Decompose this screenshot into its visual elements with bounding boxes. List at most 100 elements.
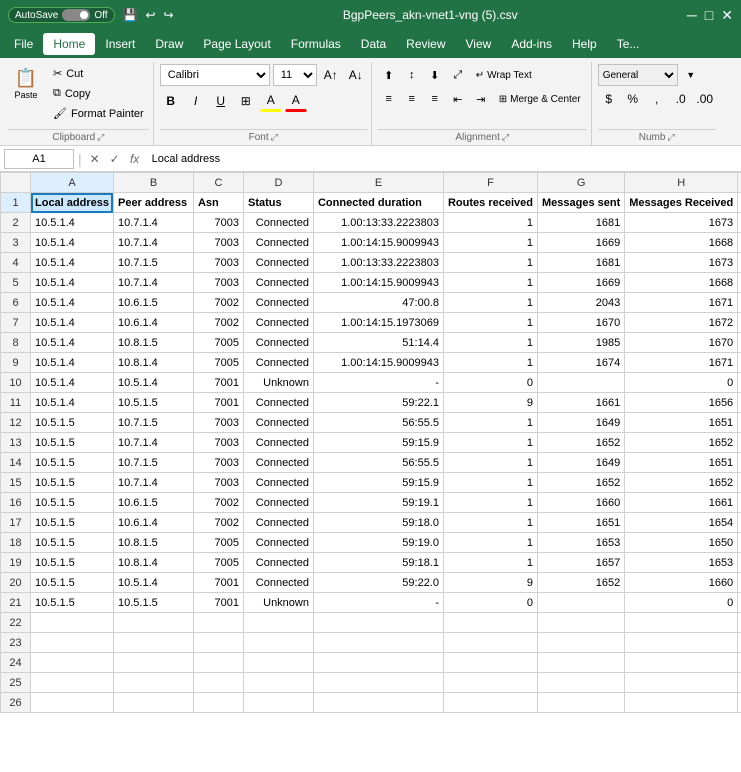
- cell-F20[interactable]: 9: [443, 573, 537, 593]
- cell-F2[interactable]: 1: [443, 213, 537, 233]
- cell-B20[interactable]: 10.5.1.4: [113, 573, 193, 593]
- cell-H9[interactable]: 1671: [625, 353, 738, 373]
- cell-D10[interactable]: Unknown: [243, 373, 313, 393]
- cell-A6[interactable]: 10.5.1.4: [31, 293, 114, 313]
- cell-C7[interactable]: 7002: [193, 313, 243, 333]
- number-expand-icon[interactable]: ⤢: [667, 132, 674, 143]
- cell-G5[interactable]: 1669: [537, 273, 624, 293]
- cell-A2[interactable]: 10.5.1.4: [31, 213, 114, 233]
- cell-A8[interactable]: 10.5.1.4: [31, 333, 114, 353]
- cell-A11[interactable]: 10.5.1.4: [31, 393, 114, 413]
- cell-H2[interactable]: 1673: [625, 213, 738, 233]
- menu-addins[interactable]: Add-ins: [501, 33, 562, 55]
- cell-C20[interactable]: 7001: [193, 573, 243, 593]
- row-header-23[interactable]: 23: [1, 633, 31, 653]
- cell-C1[interactable]: Asn: [193, 193, 243, 213]
- decrease-indent-btn[interactable]: ⇤: [447, 88, 469, 110]
- cell-D17[interactable]: Connected: [243, 513, 313, 533]
- cell-G18[interactable]: 1653: [537, 533, 624, 553]
- cell-G19[interactable]: 1657: [537, 553, 624, 573]
- cell-D22[interactable]: [243, 613, 313, 633]
- number-format-expand[interactable]: ▼: [680, 64, 702, 86]
- cell-H25[interactable]: [625, 673, 738, 693]
- cell-H11[interactable]: 1656: [625, 393, 738, 413]
- cell-C16[interactable]: 7002: [193, 493, 243, 513]
- cell-E22[interactable]: [313, 613, 443, 633]
- cell-C2[interactable]: 7003: [193, 213, 243, 233]
- cell-B14[interactable]: 10.7.1.5: [113, 453, 193, 473]
- row-header-4[interactable]: 4: [1, 253, 31, 273]
- cell-C26[interactable]: [193, 693, 243, 713]
- row-header-18[interactable]: 18: [1, 533, 31, 553]
- italic-button[interactable]: I: [185, 90, 207, 112]
- font-family-select[interactable]: Calibri: [160, 64, 270, 86]
- align-center-btn[interactable]: ≡: [401, 88, 423, 110]
- name-box[interactable]: [4, 149, 74, 169]
- maximize-icon[interactable]: □: [705, 7, 713, 24]
- bold-button[interactable]: B: [160, 90, 182, 112]
- col-header-a[interactable]: A: [31, 173, 114, 193]
- cell-B23[interactable]: [113, 633, 193, 653]
- cell-B1[interactable]: Peer address: [113, 193, 193, 213]
- cell-H19[interactable]: 1653: [625, 553, 738, 573]
- cell-E5[interactable]: 1.00:14:15.9009943: [313, 273, 443, 293]
- cell-F26[interactable]: [443, 693, 537, 713]
- menu-page-layout[interactable]: Page Layout: [193, 33, 280, 55]
- cell-C14[interactable]: 7003: [193, 453, 243, 473]
- cell-G21[interactable]: [537, 593, 624, 613]
- cell-C24[interactable]: [193, 653, 243, 673]
- cell-B9[interactable]: 10.8.1.4: [113, 353, 193, 373]
- cell-A20[interactable]: 10.5.1.5: [31, 573, 114, 593]
- cell-G1[interactable]: Messages sent: [537, 193, 624, 213]
- cell-E18[interactable]: 59:19.0: [313, 533, 443, 553]
- cell-H18[interactable]: 1650: [625, 533, 738, 553]
- menu-help[interactable]: Help: [562, 33, 607, 55]
- cell-E24[interactable]: [313, 653, 443, 673]
- cell-C11[interactable]: 7001: [193, 393, 243, 413]
- menu-file[interactable]: File: [4, 33, 43, 55]
- cell-D20[interactable]: Connected: [243, 573, 313, 593]
- cell-E21[interactable]: -: [313, 593, 443, 613]
- cell-G12[interactable]: 1649: [537, 413, 624, 433]
- cell-G17[interactable]: 1651: [537, 513, 624, 533]
- row-header-5[interactable]: 5: [1, 273, 31, 293]
- cell-A4[interactable]: 10.5.1.4: [31, 253, 114, 273]
- cell-E3[interactable]: 1.00:14:15.9009943: [313, 233, 443, 253]
- close-icon[interactable]: ✕: [721, 7, 733, 24]
- formula-input[interactable]: [148, 149, 737, 169]
- cell-B6[interactable]: 10.6.1.5: [113, 293, 193, 313]
- cell-D21[interactable]: Unknown: [243, 593, 313, 613]
- format-painter-button[interactable]: 🖌 Format Painter: [48, 104, 149, 123]
- function-btn[interactable]: fx: [126, 150, 144, 168]
- cell-B25[interactable]: [113, 673, 193, 693]
- cell-G10[interactable]: [537, 373, 624, 393]
- cell-B11[interactable]: 10.5.1.5: [113, 393, 193, 413]
- cell-E10[interactable]: -: [313, 373, 443, 393]
- cell-H22[interactable]: [625, 613, 738, 633]
- cell-E15[interactable]: 59:15.9: [313, 473, 443, 493]
- cell-A22[interactable]: [31, 613, 114, 633]
- cell-D12[interactable]: Connected: [243, 413, 313, 433]
- cell-G20[interactable]: 1652: [537, 573, 624, 593]
- cell-D7[interactable]: Connected: [243, 313, 313, 333]
- cell-G3[interactable]: 1669: [537, 233, 624, 253]
- cell-G4[interactable]: 1681: [537, 253, 624, 273]
- cell-H13[interactable]: 1652: [625, 433, 738, 453]
- align-middle-btn[interactable]: ↕: [401, 64, 423, 86]
- row-header-11[interactable]: 11: [1, 393, 31, 413]
- cell-C9[interactable]: 7005: [193, 353, 243, 373]
- cell-F10[interactable]: 0: [443, 373, 537, 393]
- cell-D18[interactable]: Connected: [243, 533, 313, 553]
- cell-D6[interactable]: Connected: [243, 293, 313, 313]
- cell-C23[interactable]: [193, 633, 243, 653]
- cell-E25[interactable]: [313, 673, 443, 693]
- cell-H1[interactable]: Messages Received: [625, 193, 738, 213]
- cell-B10[interactable]: 10.5.1.4: [113, 373, 193, 393]
- cell-H4[interactable]: 1673: [625, 253, 738, 273]
- align-top-btn[interactable]: ⬆: [378, 64, 400, 86]
- cell-E20[interactable]: 59:22.0: [313, 573, 443, 593]
- cell-D4[interactable]: Connected: [243, 253, 313, 273]
- cell-A9[interactable]: 10.5.1.4: [31, 353, 114, 373]
- cell-H20[interactable]: 1660: [625, 573, 738, 593]
- cell-H12[interactable]: 1651: [625, 413, 738, 433]
